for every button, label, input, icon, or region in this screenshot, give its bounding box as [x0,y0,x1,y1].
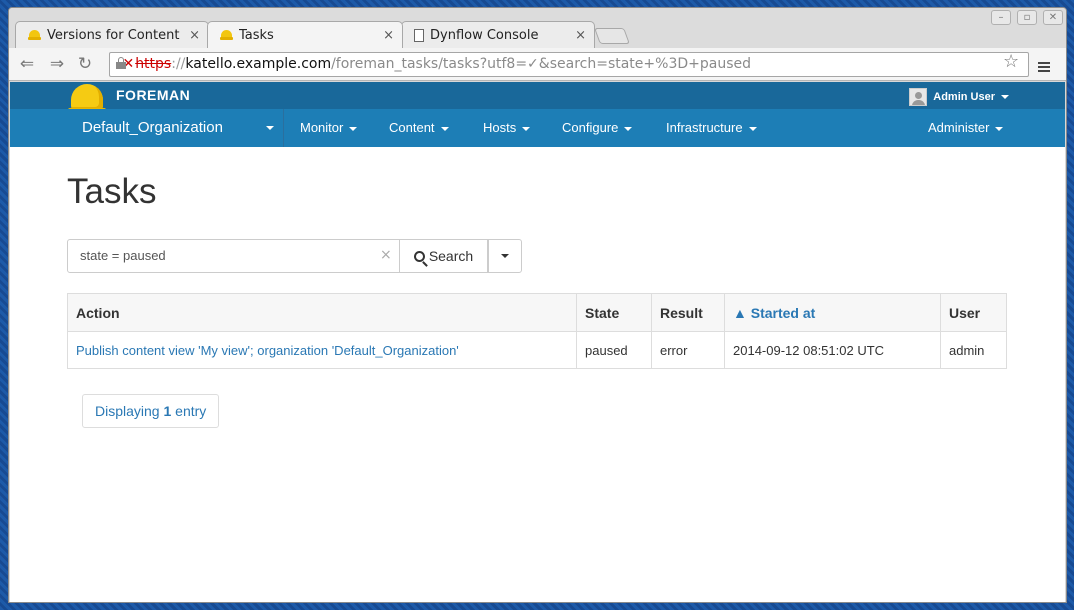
url-host: katello.example.com [185,56,332,72]
search-button[interactable]: Search [399,239,488,273]
tab-close-icon[interactable]: × [189,28,200,43]
page-icon [414,28,424,42]
foreman-hat-icon [28,30,41,40]
caret-down-icon[interactable] [266,126,274,130]
nav-hosts[interactable]: Hosts [483,109,531,147]
column-header-action[interactable]: Action [67,293,577,332]
page-title: Tasks [67,172,157,211]
cell-state: paused [576,331,652,369]
caret-down-icon [748,126,757,131]
url-scheme: https [135,56,172,72]
caret-down-icon [624,126,633,131]
address-bar[interactable]: ✕https://katello.example.com/foreman_tas… [109,52,1029,77]
browser-menu-icon[interactable] [1038,62,1050,72]
user-name: Admin User [933,91,995,103]
caret-down-icon [995,126,1004,131]
table-row: Publish content view 'My view'; organiza… [67,331,1007,369]
caret-down-icon [522,126,531,131]
close-window-icon[interactable]: ✕ [1043,10,1063,25]
search-bar: state = paused × Search [67,239,522,273]
browser-toolbar: ⇐ ⇒ ↻ ✕https://katello.example.com/forem… [9,48,1066,81]
url-separator: :// [171,56,186,72]
tab-title: Versions for Content V [47,27,184,43]
bookmark-star-icon[interactable]: ☆ [1003,51,1019,72]
caret-down-icon [440,126,449,131]
cell-result: error [651,331,725,369]
bookmarks-dropdown-button[interactable] [488,239,522,273]
maximize-icon[interactable]: ▫ [1017,10,1037,25]
cell-started-at: 2014-09-12 08:51:02 UTC [724,331,941,369]
nav-divider [283,109,284,147]
table-header-row: Action State Result ▲ Started at User [67,293,1007,332]
header-top-bar: FOREMAN Admin User [10,82,1065,116]
main-nav: Default_Organization Monitor Content Hos… [10,109,1065,147]
cell-action: Publish content view 'My view'; organiza… [67,331,577,369]
foreman-hat-icon [220,30,233,40]
tab-versions[interactable]: Versions for Content V × [15,21,209,48]
broken-lock-icon [116,57,126,69]
tab-dynflow-console[interactable]: Dynflow Console × [401,21,595,48]
user-menu[interactable]: Admin User [909,88,1009,106]
reload-icon[interactable]: ↻ [73,54,97,74]
pagination-info: Displaying 1 entry [82,394,220,428]
nav-content[interactable]: Content [389,109,449,147]
brand-name[interactable]: FOREMAN [116,87,190,103]
organization-switcher[interactable]: Default_Organization [82,109,223,147]
tab-tasks[interactable]: Tasks × [207,21,403,48]
task-link[interactable]: Publish content view 'My view'; organiza… [76,343,459,358]
column-header-state[interactable]: State [576,293,652,332]
nav-monitor[interactable]: Monitor [300,109,358,147]
nav-administer[interactable]: Administer [928,109,1004,147]
avatar [909,88,928,106]
nav-infrastructure[interactable]: Infrastructure [666,109,757,147]
clear-search-icon[interactable]: × [380,247,392,263]
forward-icon[interactable]: ⇒ [45,54,69,74]
nav-configure[interactable]: Configure [562,109,633,147]
tab-title: Dynflow Console [430,27,539,43]
url-path: /foreman_tasks/tasks?utf8=✓&search=state… [331,56,751,72]
column-header-user[interactable]: User [940,293,1007,332]
tab-strip: Versions for Content V × Tasks × Dynflow… [9,8,1066,48]
minimize-icon[interactable]: – [991,10,1011,25]
column-header-result[interactable]: Result [651,293,725,332]
new-tab-button[interactable] [594,28,630,44]
cell-user: admin [940,331,1007,369]
search-icon [413,251,425,262]
tasks-table: Action State Result ▲ Started at User Pu… [67,293,1007,369]
tab-close-icon[interactable]: × [575,28,586,43]
browser-window: Versions for Content V × Tasks × Dynflow… [8,7,1067,603]
search-input[interactable]: state = paused [67,239,400,273]
back-icon[interactable]: ⇐ [15,54,39,74]
tab-title: Tasks [239,27,274,43]
tab-close-icon[interactable]: × [383,28,394,43]
column-header-started-at[interactable]: ▲ Started at [724,293,941,332]
caret-down-icon [1001,95,1009,99]
page: FOREMAN Admin User Default_Organization … [10,82,1065,602]
caret-down-icon [501,254,509,258]
caret-down-icon [349,126,358,131]
